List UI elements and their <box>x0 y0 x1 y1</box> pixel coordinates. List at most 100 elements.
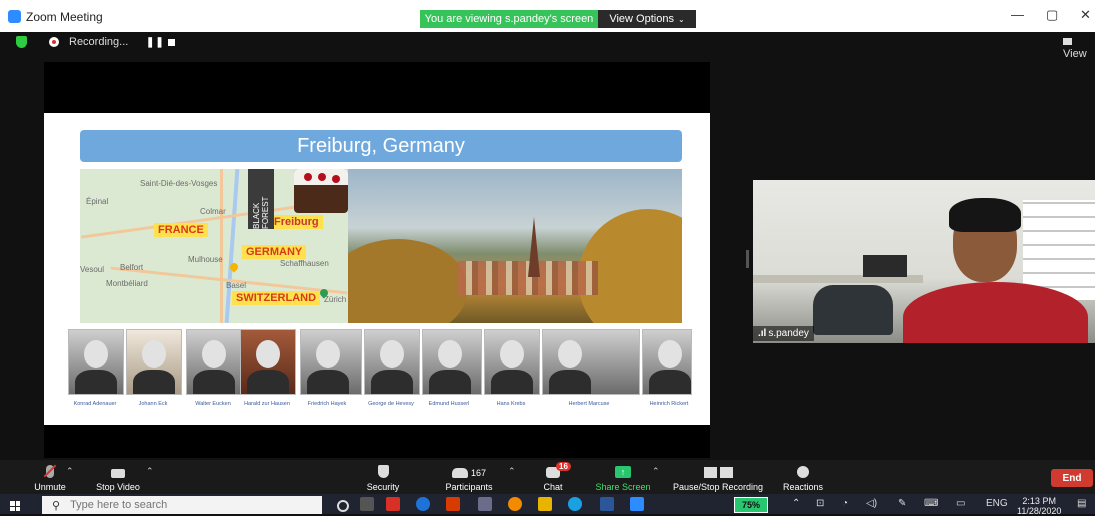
unmute-button[interactable]: Unmute <box>32 462 68 492</box>
portrait-image <box>186 329 242 395</box>
audio-options-caret[interactable]: ⌃ <box>66 466 74 477</box>
map-label-france: FRANCE <box>154 223 208 237</box>
map-label-switzerland: SWITZERLAND <box>232 291 321 305</box>
person-card: George de Hevesy <box>364 329 426 408</box>
file-explorer-icon[interactable] <box>538 497 552 511</box>
portrait-image <box>364 329 420 395</box>
zoom-app-icon <box>8 10 21 23</box>
participant-video[interactable]: .ıl s.pandey <box>753 180 1095 343</box>
participant-name-tag: .ıl s.pandey <box>753 326 814 341</box>
share-screen-button[interactable]: ↑ Share Screen <box>594 462 652 492</box>
portrait-image <box>240 329 296 395</box>
stop-video-button[interactable]: Stop Video <box>92 462 144 492</box>
map-place: Belfort <box>120 263 144 272</box>
chat-unread-badge: 16 <box>556 462 571 471</box>
volume-icon[interactable]: ◁) <box>866 498 877 509</box>
map-place: Schaffhausen <box>280 259 329 268</box>
participants-label: Participants <box>445 482 493 492</box>
cathedral-spire <box>528 217 540 277</box>
chevron-up-icon[interactable]: ⌃ <box>792 498 800 509</box>
stop-video-label: Stop Video <box>96 482 140 492</box>
notable-people-row: Konrad Adenauer Johann Eck Walter Eucken… <box>68 329 694 425</box>
share-screen-label: Share Screen <box>595 482 651 492</box>
participants-button[interactable]: 167 Participants <box>440 462 498 492</box>
map-place: Montbéliard <box>106 279 148 288</box>
clock-time: 2:13 PM <box>1022 496 1056 506</box>
battery-indicator[interactable]: 75% <box>734 497 768 513</box>
keyboard-icon[interactable]: ⌨ <box>924 498 938 509</box>
security-button[interactable]: Security <box>364 462 402 492</box>
mail-app-icon[interactable] <box>386 497 400 511</box>
stop-recording-button[interactable] <box>168 39 175 46</box>
person-name: Heinrich Rickert <box>649 401 689 407</box>
person-name: Friedrich Hayek <box>307 401 347 407</box>
map-place: Épinal <box>86 197 109 206</box>
unmute-label: Unmute <box>34 482 66 492</box>
share-screen-icon: ↑ <box>615 466 631 478</box>
task-view-icon[interactable] <box>360 497 374 511</box>
view-button[interactable]: View <box>1063 36 1095 60</box>
word-icon[interactable] <box>600 497 614 511</box>
close-button[interactable]: ✕ <box>1080 7 1091 23</box>
view-options-button[interactable]: View Options ⌄ <box>598 10 696 28</box>
map-place: Vesoul <box>80 265 105 274</box>
slide-title: Freiburg, Germany <box>80 130 682 162</box>
person-card: Harald zur Hausen <box>240 329 302 408</box>
browser-icon[interactable] <box>568 497 582 511</box>
shield-icon <box>377 465 389 478</box>
window-title: Zoom Meeting <box>26 10 103 24</box>
wifi-icon[interactable]: ◔ <box>842 498 848 509</box>
search-icon: ⚲ <box>52 499 61 512</box>
chevron-down-icon: ⌄ <box>677 14 685 24</box>
person-card: Konrad Adenauer <box>68 329 130 408</box>
portrait-image <box>300 329 362 395</box>
share-options-caret[interactable]: ⌃ <box>652 466 660 477</box>
cortana-icon[interactable] <box>337 500 349 512</box>
reactions-button[interactable]: Reactions <box>782 462 824 492</box>
meeting-toolbar: Unmute ⌃ Stop Video ⌃ Security 167 Parti… <box>0 460 1095 494</box>
taskbar-search-input[interactable] <box>68 498 313 512</box>
notifications-icon[interactable]: ▤ <box>1077 498 1086 509</box>
end-meeting-button[interactable]: End <box>1051 469 1093 487</box>
chat-button[interactable]: Chat 16 <box>540 462 571 492</box>
display-icon[interactable]: ▭ <box>956 498 965 509</box>
person-card: Friedrich Hayek <box>300 329 362 408</box>
pause-stop-recording-label: Pause/Stop Recording <box>672 482 764 492</box>
pen-icon[interactable]: ✎ <box>898 498 906 509</box>
language-indicator[interactable]: ENG <box>986 498 1008 509</box>
freiburg-city-photo <box>348 169 682 323</box>
person-card: Hans Krebs <box>484 329 546 408</box>
person-name: Edmund Husserl <box>428 401 470 407</box>
map-place: Colmar <box>200 207 226 216</box>
zoom-taskbar-icon[interactable] <box>630 497 644 511</box>
participant-name: s.pandey <box>768 328 809 339</box>
shield-icon[interactable] <box>16 36 27 48</box>
reactions-label: Reactions <box>782 482 824 492</box>
panel-resize-handle[interactable] <box>746 250 749 268</box>
restore-button[interactable]: ▢ <box>1046 7 1058 23</box>
edge-icon[interactable] <box>416 497 430 511</box>
portrait-image <box>422 329 482 395</box>
firefox-icon[interactable] <box>508 497 522 511</box>
minimize-button[interactable]: — <box>1011 7 1024 22</box>
map-place: Basel <box>226 281 247 290</box>
security-label: Security <box>366 482 400 492</box>
app-icon[interactable] <box>478 497 492 511</box>
network-icon[interactable]: ⊡ <box>816 498 824 509</box>
participants-count: 167 <box>470 468 487 478</box>
title-bar: Zoom Meeting You are viewing s.pandey's … <box>0 0 1095 32</box>
person-card: Johann Eck <box>126 329 188 408</box>
recording-status: Recording... <box>69 36 129 48</box>
grid-icon <box>1063 38 1072 45</box>
pause-icon <box>703 467 717 478</box>
pdf-reader-icon[interactable] <box>446 497 460 511</box>
black-forest-label: BLACK FOREST <box>248 169 274 229</box>
taskbar-clock[interactable]: 2:13 PM 11/28/2020 <box>1017 496 1061 516</box>
pause-stop-recording-button[interactable]: Pause/Stop Recording <box>670 462 766 492</box>
pause-recording-button[interactable]: ❚❚ <box>146 37 165 48</box>
portrait-image <box>126 329 182 395</box>
video-options-caret[interactable]: ⌃ <box>146 466 154 477</box>
windows-start-icon[interactable] <box>10 501 20 511</box>
participants-options-caret[interactable]: ⌃ <box>508 466 516 477</box>
taskbar-search[interactable]: ⚲ <box>42 496 322 514</box>
